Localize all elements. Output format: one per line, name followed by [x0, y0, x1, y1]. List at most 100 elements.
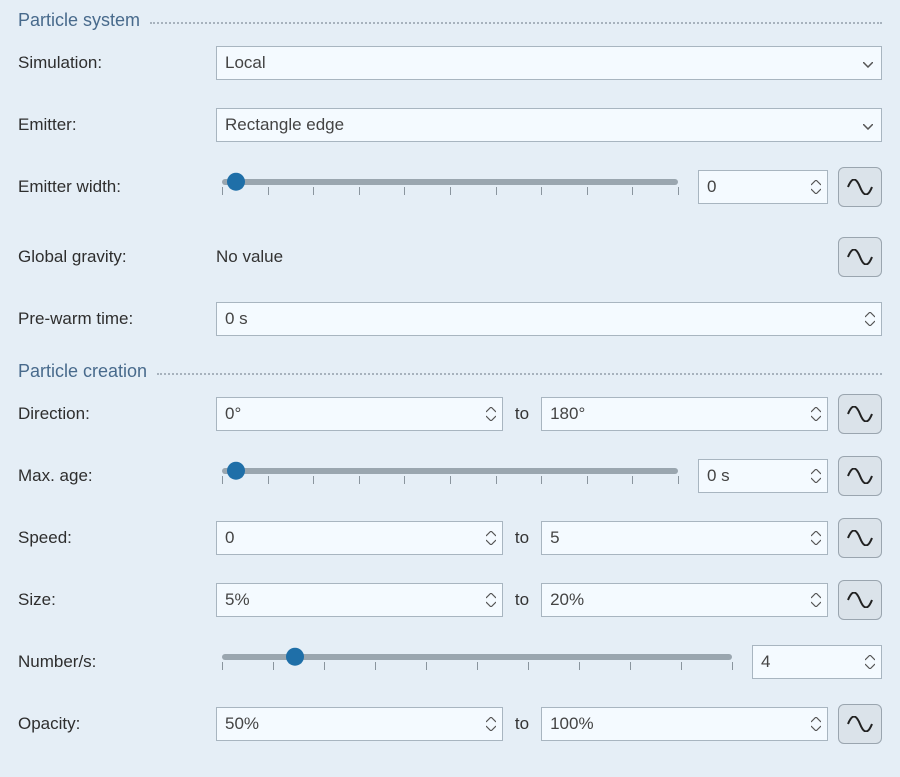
caret-up-icon — [486, 531, 496, 537]
caret-down-icon — [811, 725, 821, 731]
caret-up-icon — [811, 531, 821, 537]
emitter-select[interactable]: Rectangle edge — [216, 108, 882, 142]
spinner-arrows[interactable] — [809, 398, 827, 430]
to-label: to — [513, 590, 531, 610]
spinner-arrows[interactable] — [809, 522, 827, 554]
section-divider — [157, 373, 882, 375]
label-size: Size: — [18, 590, 216, 610]
caret-down-icon — [811, 539, 821, 545]
curve-button[interactable] — [838, 704, 882, 744]
size-to-input[interactable]: 20% — [541, 583, 828, 617]
caret-up-icon — [486, 407, 496, 413]
max-age-input[interactable]: 0 s — [698, 459, 828, 493]
curve-button[interactable] — [838, 394, 882, 434]
emitter-width-slider[interactable] — [216, 167, 684, 207]
caret-down-icon — [811, 477, 821, 483]
caret-up-icon — [486, 717, 496, 723]
caret-down-icon — [811, 415, 821, 421]
slider-thumb[interactable] — [227, 462, 245, 480]
direction-to-value: 180° — [542, 398, 809, 430]
direction-to-input[interactable]: 180° — [541, 397, 828, 431]
spinner-arrows[interactable] — [809, 171, 827, 203]
slider-track — [222, 179, 678, 185]
curve-button[interactable] — [838, 237, 882, 277]
curve-button[interactable] — [838, 456, 882, 496]
spinner-arrows[interactable] — [863, 646, 881, 678]
global-gravity-value: No value — [216, 247, 828, 267]
spinner-arrows[interactable] — [484, 522, 502, 554]
spinner-arrows[interactable] — [484, 584, 502, 616]
caret-up-icon — [486, 593, 496, 599]
to-label: to — [513, 528, 531, 548]
emitter-width-input[interactable]: 0 — [698, 170, 828, 204]
slider-thumb[interactable] — [227, 173, 245, 191]
spinner-arrows[interactable] — [809, 708, 827, 740]
wave-icon — [847, 716, 873, 732]
prewarm-time-input[interactable]: 0 s — [216, 302, 882, 336]
label-simulation: Simulation: — [18, 53, 216, 73]
wave-icon — [847, 592, 873, 608]
speed-from-input[interactable]: 0 — [216, 521, 503, 555]
label-number-per-s: Number/s: — [18, 652, 216, 672]
section-title: Particle creation — [18, 361, 147, 382]
caret-down-icon — [486, 725, 496, 731]
caret-up-icon — [811, 593, 821, 599]
speed-to-input[interactable]: 5 — [541, 521, 828, 555]
spinner-arrows[interactable] — [863, 303, 881, 335]
spinner-arrows[interactable] — [484, 708, 502, 740]
section-title: Particle system — [18, 10, 140, 31]
opacity-to-input[interactable]: 100% — [541, 707, 828, 741]
emitter-select-value: Rectangle edge — [225, 115, 344, 135]
to-label: to — [513, 714, 531, 734]
wave-icon — [847, 406, 873, 422]
label-global-gravity: Global gravity: — [18, 247, 216, 267]
direction-from-value: 0° — [217, 398, 484, 430]
chevron-down-icon — [863, 115, 873, 135]
caret-down-icon — [486, 415, 496, 421]
max-age-slider[interactable] — [216, 456, 684, 496]
caret-up-icon — [865, 312, 875, 318]
caret-up-icon — [811, 407, 821, 413]
simulation-select[interactable]: Local — [216, 46, 882, 80]
label-speed: Speed: — [18, 528, 216, 548]
spinner-arrows[interactable] — [484, 398, 502, 430]
size-to-value: 20% — [542, 584, 809, 616]
section-header-particle-system: Particle system — [18, 10, 882, 31]
caret-down-icon — [486, 539, 496, 545]
label-max-age: Max. age: — [18, 466, 216, 486]
label-emitter: Emitter: — [18, 115, 216, 135]
label-prewarm-time: Pre-warm time: — [18, 309, 216, 329]
section-divider — [150, 22, 882, 24]
max-age-value: 0 s — [699, 460, 809, 492]
number-per-s-input[interactable]: 4 — [752, 645, 882, 679]
wave-icon — [847, 179, 873, 195]
label-emitter-width: Emitter width: — [18, 177, 216, 197]
caret-down-icon — [865, 320, 875, 326]
caret-down-icon — [811, 601, 821, 607]
opacity-from-input[interactable]: 50% — [216, 707, 503, 741]
size-from-value: 5% — [217, 584, 484, 616]
curve-button[interactable] — [838, 167, 882, 207]
caret-down-icon — [811, 188, 821, 194]
section-header-particle-creation: Particle creation — [18, 361, 882, 382]
caret-up-icon — [811, 180, 821, 186]
caret-down-icon — [865, 663, 875, 669]
size-from-input[interactable]: 5% — [216, 583, 503, 617]
slider-ticks — [222, 187, 678, 197]
spinner-arrows[interactable] — [809, 460, 827, 492]
curve-button[interactable] — [838, 518, 882, 558]
spinner-arrows[interactable] — [809, 584, 827, 616]
slider-track — [222, 468, 678, 474]
opacity-from-value: 50% — [217, 708, 484, 740]
wave-icon — [847, 468, 873, 484]
curve-button[interactable] — [838, 580, 882, 620]
slider-ticks — [222, 476, 678, 486]
direction-from-input[interactable]: 0° — [216, 397, 503, 431]
number-per-s-value: 4 — [753, 646, 863, 678]
caret-up-icon — [811, 469, 821, 475]
slider-thumb[interactable] — [286, 648, 304, 666]
caret-up-icon — [811, 717, 821, 723]
number-per-s-slider[interactable] — [216, 642, 738, 682]
speed-from-value: 0 — [217, 522, 484, 554]
prewarm-time-value: 0 s — [217, 303, 863, 335]
